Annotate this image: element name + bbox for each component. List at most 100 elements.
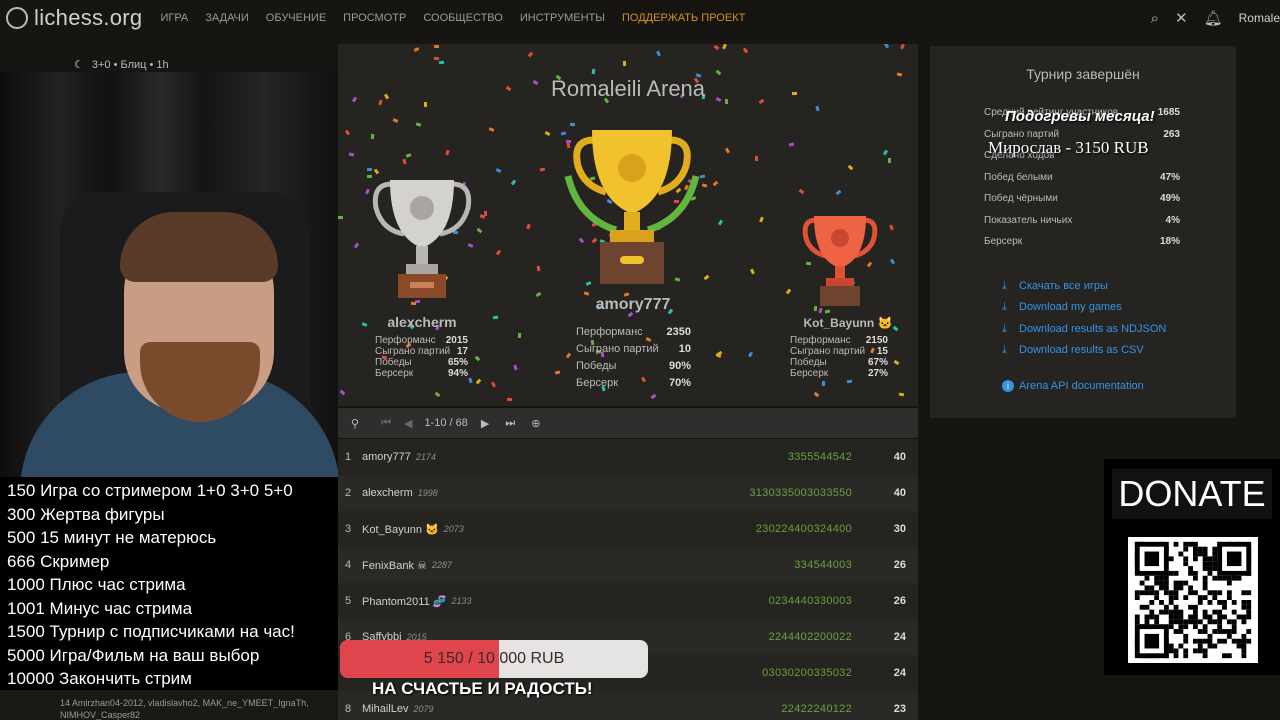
qr-module: [1183, 541, 1189, 547]
qr-module: [1168, 595, 1174, 600]
qr-module: [1246, 600, 1252, 605]
qr-module: [1188, 604, 1193, 610]
score-sheet: 22422240122: [781, 703, 852, 715]
qr-module: [1246, 629, 1252, 634]
donation-goal-caption: НА СЧАСТЬЕ И РАДОСТЬ!: [372, 679, 593, 698]
qr-module: [1144, 604, 1150, 610]
qr-module: [1173, 590, 1179, 596]
download-icon: ⤓: [1002, 322, 1007, 335]
confetti-piece: [565, 352, 572, 359]
qr-module: [1193, 609, 1198, 615]
qr-module: [1193, 604, 1198, 610]
first-place-name[interactable]: amory777: [538, 296, 728, 314]
qr-module: [1173, 580, 1179, 586]
qr-module: [1212, 643, 1218, 649]
tournament-tag: ☾ 3+0 • Блиц • 1h: [74, 58, 169, 71]
site-name: lichess.org: [34, 5, 143, 30]
last-page-icon[interactable]: ⏭: [505, 417, 515, 430]
streamer-webcam: [0, 72, 338, 477]
qr-module: [1197, 638, 1203, 644]
qr-module: [1241, 643, 1247, 649]
qr-module: [1159, 575, 1164, 581]
download-all-games-link[interactable]: ⤓ Скачать все игры: [1002, 276, 1166, 297]
third-place-name[interactable]: Kot_Bayunn 🐱: [778, 316, 918, 330]
confetti-piece: [554, 370, 561, 375]
download-my-games-link[interactable]: ⤓ Download my games: [1002, 297, 1166, 318]
qr-module: [1144, 590, 1150, 596]
user-menu[interactable]: Romale: [1239, 11, 1280, 25]
reward-item: 1001 Минус час стрима: [7, 598, 193, 618]
nav-puzzles[interactable]: ЗАДАЧИ: [205, 12, 249, 24]
reward-item: 1500 Турнир с подписчиками на час!: [7, 622, 295, 641]
qr-module: [1183, 638, 1189, 644]
bell-icon[interactable]: 🔔︎: [1204, 9, 1223, 27]
confetti-piece: [712, 180, 719, 187]
qr-module: [1226, 551, 1242, 567]
qr-module: [1193, 590, 1198, 596]
download-ndjson-link[interactable]: ⤓ Download results as NDJSON: [1002, 319, 1166, 340]
search-icon[interactable]: ⚲: [351, 417, 359, 430]
table-row[interactable]: 1 amory777 2174 3355544542 40: [338, 439, 918, 475]
qr-module: [1226, 633, 1232, 639]
tournament-tag-text: 3+0 • Блиц • 1h: [91, 59, 169, 71]
qr-module: [1163, 590, 1169, 596]
nav-community[interactable]: СООБЩЕСТВО: [423, 12, 503, 24]
qr-module: [1226, 595, 1232, 600]
first-page-icon[interactable]: ⏮: [381, 417, 391, 430]
nav-play[interactable]: ИГРА: [160, 12, 188, 24]
player-name: MihailLev: [362, 703, 409, 715]
confetti-piece: [344, 129, 351, 136]
search-icon[interactable]: ⌕: [1151, 10, 1159, 27]
nav-watch[interactable]: ПРОСМОТР: [343, 12, 406, 24]
qr-module: [1163, 609, 1169, 615]
my-position-icon[interactable]: ⊕: [531, 417, 540, 430]
page-range: 1-10 / 68: [424, 417, 468, 429]
score-sheet: 3355544542: [787, 451, 852, 463]
qr-module: [1226, 653, 1232, 659]
qr-module: [1149, 590, 1155, 596]
nav-tools[interactable]: ИНСТРУМЕНТЫ: [520, 12, 605, 24]
qr-module: [1173, 614, 1179, 620]
qr-module: [1139, 590, 1145, 596]
site-logo[interactable]: lichess.org: [6, 5, 142, 31]
download-csv-link[interactable]: ⤓ Download results as CSV: [1002, 340, 1166, 361]
qr-module: [1173, 570, 1179, 576]
table-row[interactable]: 3 Kot_Bayunn 🐱 2073 230224400324400 30: [338, 511, 918, 547]
qr-module: [1231, 624, 1237, 630]
tournament-info-panel: Турнир завершён Средний рейтинг участник…: [930, 46, 1236, 418]
confetti-piece: [893, 359, 900, 366]
qr-module: [1159, 580, 1164, 586]
qr-module: [1154, 590, 1160, 596]
second-place-name[interactable]: alexcherm: [338, 314, 506, 330]
qr-module: [1217, 600, 1223, 605]
total-score: 26: [893, 559, 906, 571]
qr-module: [1149, 600, 1155, 605]
qr-module: [1207, 619, 1213, 625]
prev-page-icon[interactable]: ◀: [404, 417, 412, 430]
qr-module: [1197, 595, 1203, 600]
qr-module: [1212, 629, 1218, 634]
swords-icon[interactable]: ✕: [1175, 9, 1188, 27]
donate-label[interactable]: DONATE: [1112, 469, 1272, 519]
score-sheet: 230224400324400: [755, 523, 852, 535]
api-docs-link[interactable]: i Arena API documentation: [1002, 380, 1144, 392]
qr-module: [1226, 575, 1232, 581]
qr-module: [1197, 551, 1203, 557]
qr-module: [1246, 638, 1252, 644]
table-row[interactable]: 4 FenixBank ☠ 2287 334544003 26: [338, 547, 918, 583]
confetti-piece: [433, 44, 440, 49]
nav-donate[interactable]: ПОДДЕРЖАТЬ ПРОЕКТ: [622, 12, 745, 24]
qr-module: [1246, 609, 1252, 615]
qr-module: [1236, 643, 1242, 649]
qr-module: [1193, 570, 1198, 576]
qr-module: [1183, 556, 1189, 562]
confetti-piece: [438, 60, 445, 65]
qr-module: [1183, 653, 1189, 659]
qr-module: [1231, 619, 1237, 625]
table-row[interactable]: 2 alexcherm 1998 3130335003033550 40: [338, 475, 918, 511]
qr-module: [1202, 585, 1208, 591]
next-page-icon[interactable]: ▶: [481, 417, 489, 430]
table-row[interactable]: 5 Phantom2011 🧬 2133 0234440330003 26: [338, 583, 918, 619]
nav-learn[interactable]: ОБУЧЕНИЕ: [266, 12, 326, 24]
qr-module: [1188, 570, 1193, 576]
